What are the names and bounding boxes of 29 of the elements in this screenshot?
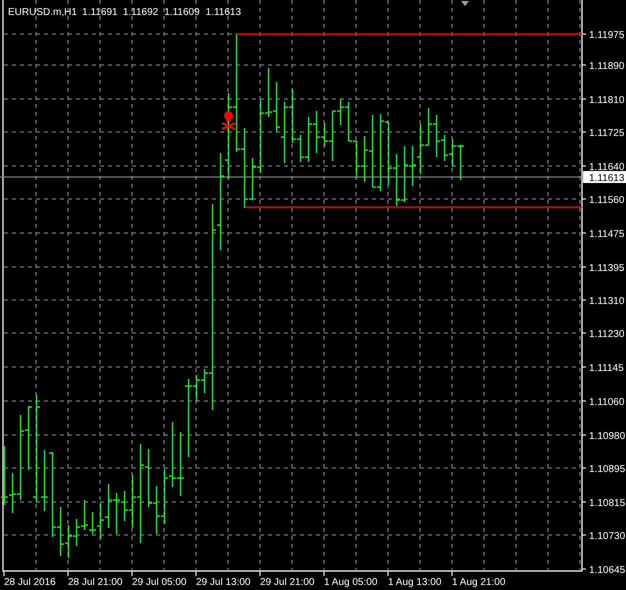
price-label: 1.11475 [589,229,624,240]
time-label: 28 Jul 21:00 [68,577,122,588]
price-label: 1.11395 [589,263,624,274]
chart-shift-icon[interactable] [461,1,469,6]
price-label: 1.10980 [589,431,626,442]
price-label: 1.11890 [589,61,624,72]
price-label: 1.11145 [589,363,624,374]
price-label: 1.10730 [589,531,626,542]
price-label: 1.10895 [589,464,626,475]
price-label: 1.11640 [589,162,624,173]
time-label: 28 Jul 2016 [4,577,56,588]
price-label: 1.11560 [589,195,624,206]
current-price-tag: 1.11613 [583,171,626,184]
price-label: 1.10645 [589,565,626,576]
skull-crossbones-icon [221,111,236,130]
price-label: 1.10815 [589,498,626,509]
price-label: 1.11230 [589,329,624,340]
price-label: 1.11975 [589,30,624,41]
time-label: 29 Jul 05:00 [132,577,186,588]
time-label: 1 Aug 13:00 [388,577,442,588]
chart-header: EURUSD.m,H1 1.11691 1.11692 1.11609 1.11613 [8,7,242,18]
time-label: 29 Jul 21:00 [260,577,314,588]
time-label: 29 Jul 13:00 [196,577,250,588]
time-label: 1 Aug 21:00 [452,577,506,588]
time-label: 1 Aug 05:00 [324,577,378,588]
price-label: 1.11725 [589,128,624,139]
price-label: 1.11310 [589,296,624,307]
price-label: 1.11060 [589,397,624,408]
price-label: 1.11810 [589,95,624,106]
